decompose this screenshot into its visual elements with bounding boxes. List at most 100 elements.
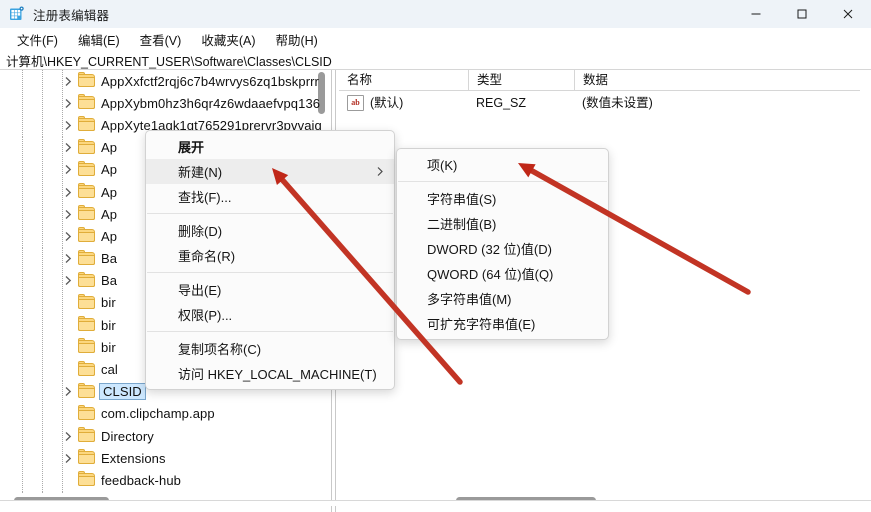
folder-icon <box>78 293 95 310</box>
tree-item-label: feedback-hub <box>101 472 181 488</box>
menu-edit[interactable]: 编辑(E) <box>69 28 129 51</box>
submenu-item-label: 多字符串值(M) <box>427 292 512 307</box>
sub-binary-value[interactable]: 二进制值(B) <box>397 211 608 236</box>
folder-icon <box>78 160 95 177</box>
ctx-expand[interactable]: 展开 <box>146 134 394 159</box>
tree-item[interactable]: com.clipchamp.app <box>0 402 326 425</box>
menu-favorites[interactable]: 收藏夹(A) <box>192 28 264 51</box>
submenu-item-label: 二进制值(B) <box>427 217 497 232</box>
ab-string-icon: ab <box>347 95 364 111</box>
list-vertical-scrollbar[interactable] <box>860 70 871 494</box>
folder-icon <box>78 316 95 332</box>
column-name[interactable]: 名称 <box>339 70 469 91</box>
folder-icon <box>78 449 95 465</box>
chevron-right-icon[interactable] <box>60 425 76 447</box>
chevron-right-icon[interactable] <box>60 159 76 181</box>
menu-separator <box>398 181 607 182</box>
tree-item-label: Ba <box>101 251 118 267</box>
ctx-delete[interactable]: 删除(D) <box>146 218 394 243</box>
chevron-right-icon[interactable] <box>60 248 76 270</box>
menu-help[interactable]: 帮助(H) <box>266 28 326 51</box>
ctx-export[interactable]: 导出(E) <box>146 277 394 302</box>
maximize-button[interactable] <box>779 0 825 28</box>
chevron-right-icon[interactable] <box>60 70 76 92</box>
ctx-copy-key-name[interactable]: 复制项名称(C) <box>146 336 394 361</box>
sub-multi-string-value[interactable]: 多字符串值(M) <box>397 286 608 311</box>
context-menu-item-label: 删除(D) <box>178 224 223 239</box>
tree-item[interactable]: Extensions <box>0 447 326 470</box>
tree-item-label: Ap <box>101 162 118 178</box>
tree-item-label: cal <box>101 362 118 378</box>
tree-item-label: Ap <box>101 228 118 244</box>
folder-icon <box>78 72 95 88</box>
sub-expandable-string-value[interactable]: 可扩充字符串值(E) <box>397 311 608 336</box>
menu-separator <box>147 213 393 214</box>
minimize-button[interactable] <box>733 0 779 28</box>
chevron-right-icon[interactable] <box>60 225 76 247</box>
chevron-right-icon <box>376 159 384 184</box>
chevron-right-icon[interactable] <box>60 203 76 225</box>
chevron-right-icon[interactable] <box>60 181 76 203</box>
tree-item-label: com.clipchamp.app <box>101 406 215 422</box>
column-data[interactable]: 数据 <box>575 70 871 91</box>
chevron-right-icon[interactable] <box>60 447 76 469</box>
cell-name: (默认) <box>370 96 404 110</box>
submenu-item-label: 项(K) <box>427 158 458 173</box>
context-menu-item-label: 复制项名称(C) <box>178 342 262 357</box>
tree-item[interactable]: FileSyncClient.AutoPlayHandler <box>0 491 326 494</box>
folder-icon <box>78 382 95 399</box>
desktop-taskbar-sliver <box>0 506 871 512</box>
chevron-right-icon[interactable] <box>60 137 76 159</box>
sub-dword-value[interactable]: DWORD (32 位)值(D) <box>397 236 608 261</box>
table-row[interactable]: ab (默认) REG_SZ (数值未设置) <box>339 92 871 114</box>
ctx-rename[interactable]: 重命名(R) <box>146 243 394 268</box>
menu-view[interactable]: 查看(V) <box>131 28 191 51</box>
submenu-item-label: QWORD (64 位)值(Q) <box>427 267 554 282</box>
submenu-item-label: DWORD (32 位)值(D) <box>427 242 552 257</box>
folder-icon <box>78 138 95 155</box>
chevron-right-icon[interactable] <box>60 381 76 403</box>
folder-icon <box>78 249 95 266</box>
close-button[interactable] <box>825 0 871 28</box>
tree-item[interactable]: AppXxfctf2rqj6c7b4wrvys6zq1bskprrr <box>0 70 326 93</box>
folder-icon <box>78 404 95 421</box>
tree-item-label: AppXxfctf2rqj6c7b4wrvys6zq1bskprrr <box>101 73 319 89</box>
ctx-new[interactable]: 新建(N) <box>146 159 394 184</box>
sub-string-value[interactable]: 字符串值(S) <box>397 186 608 211</box>
folder-icon <box>78 471 95 487</box>
tree-indent-guides <box>0 402 76 425</box>
menu-file[interactable]: 文件(F) <box>8 28 67 51</box>
tree-item-label: Ba <box>101 273 118 289</box>
address-bar[interactable]: 计算机\HKEY_CURRENT_USER\Software\Classes\C… <box>0 51 871 70</box>
chevron-right-icon[interactable] <box>60 114 76 136</box>
chevron-right-icon[interactable] <box>60 270 76 292</box>
registry-path[interactable]: 计算机\HKEY_CURRENT_USER\Software\Classes\C… <box>0 51 332 70</box>
column-type[interactable]: 类型 <box>469 70 575 91</box>
sub-qword-value[interactable]: QWORD (64 位)值(Q) <box>397 261 608 286</box>
menu-bar: 文件(F) 编辑(E) 查看(V) 收藏夹(A) 帮助(H) <box>0 28 871 51</box>
tree-indent-guides <box>0 358 76 381</box>
tree-item[interactable]: Directory <box>0 425 326 448</box>
tree-indent-guides <box>0 336 76 359</box>
folder-icon <box>78 183 95 199</box>
tree-item[interactable]: AppXybm0hz3h6qr4z6wdaaefvpq136 <box>0 92 326 115</box>
ctx-find[interactable]: 查找(F)... <box>146 184 394 209</box>
folder-icon <box>78 227 95 243</box>
cell-data: (数值未设置) <box>582 96 653 110</box>
tree-item-label: Directory <box>101 428 154 444</box>
ctx-permissions[interactable]: 权限(P)... <box>146 302 394 327</box>
context-menu-item-label: 新建(N) <box>178 165 223 180</box>
tree-context-menu[interactable]: 展开新建(N) 查找(F)... 删除(D) 重命名(R) 导出(E) 权限(P)... 复… <box>145 130 395 390</box>
cell-type: REG_SZ <box>476 96 527 110</box>
chevron-right-icon[interactable] <box>60 492 76 494</box>
context-menu-item-label: 查找(F)... <box>178 190 232 205</box>
context-menu-item-label: 展开 <box>178 140 205 155</box>
sub-key[interactable]: 项(K) <box>397 152 608 177</box>
tree-item[interactable]: feedback-hub <box>0 469 326 492</box>
folder-icon <box>78 94 95 110</box>
new-submenu[interactable]: 项(K) 字符串值(S) 二进制值(B) DWORD (32 位)值(D) QWORD … <box>396 148 609 340</box>
values-list-header: 名称 类型 数据 <box>339 70 871 91</box>
ctx-goto-hklm[interactable]: 访问 HKEY_LOCAL_MACHINE(T) <box>146 361 394 386</box>
chevron-right-icon[interactable] <box>60 92 76 114</box>
submenu-item-label: 可扩充字符串值(E) <box>427 317 536 332</box>
